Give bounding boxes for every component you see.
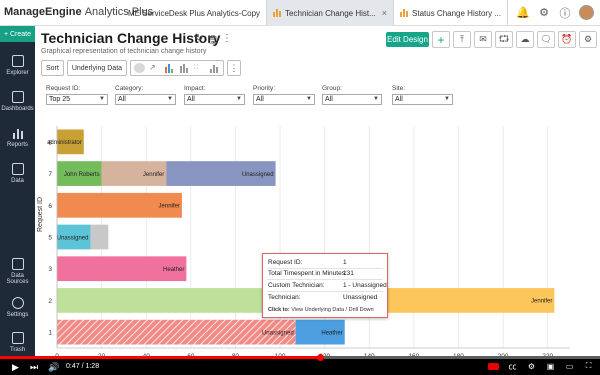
- settings-icon[interactable]: ⚙: [526, 361, 537, 371]
- y-tick-label: 8: [48, 139, 52, 146]
- playback-time: 0:47 / 1:28: [66, 363, 100, 370]
- bar-label: Jennifer: [143, 172, 164, 178]
- next-icon[interactable]: ⏭: [30, 362, 38, 373]
- live-icon[interactable]: [488, 362, 499, 370]
- tooltip-divider: [267, 279, 383, 280]
- y-tick-label: 7: [48, 171, 52, 178]
- progress-handle[interactable]: [317, 354, 325, 361]
- tooltip-label: Total Timespent in Minutes:: [268, 270, 347, 277]
- miniplayer-icon[interactable]: ▣: [545, 361, 556, 371]
- captions-icon[interactable]: ㏄: [507, 361, 518, 371]
- progress-track[interactable]: [0, 354, 600, 361]
- tooltip-footer[interactable]: Click to: View Underlying Data / Drill D…: [268, 307, 374, 313]
- tooltip-value: 131: [343, 270, 354, 277]
- stacked-bar-chart: administrator John Roberts Jennifer Unassig…: [47, 126, 570, 374]
- bar-segment: [90, 224, 109, 250]
- y-axis-title: Request ID: [37, 196, 44, 232]
- bar-label: John Roberts: [64, 172, 100, 178]
- tooltip-divider: [267, 291, 383, 292]
- tooltip-footer-bold: Click to:: [268, 307, 290, 313]
- tooltip-value: 1: [343, 259, 347, 266]
- bar-label: Unassigned: [57, 235, 89, 241]
- play-icon[interactable]: ▶: [12, 362, 19, 373]
- y-tick-label: 2: [48, 298, 52, 305]
- bar-label: administrator: [47, 140, 82, 146]
- y-tick-label: 6: [48, 203, 52, 210]
- bar-label: Unassigned: [242, 172, 274, 178]
- player-right-controls: ㏄ ⚙ ▣ ▭ ⛶: [488, 361, 594, 371]
- chart-tooltip: Request ID: 1 Total Timespent in Minutes…: [262, 253, 388, 318]
- bar-label: Jennifer: [159, 204, 180, 210]
- tooltip-label: Request ID:: [268, 259, 303, 266]
- tooltip-divider: [267, 268, 383, 269]
- bar-label: Unassigned: [262, 330, 294, 336]
- bar-label: Jennifer: [531, 299, 552, 305]
- bar-label: Heather: [321, 330, 342, 336]
- tooltip-footer-text: View Underlying Data / Drill Down: [289, 307, 374, 313]
- y-tick-label: 1: [48, 330, 52, 337]
- tooltip-value: Unassigned: [343, 294, 378, 301]
- bar-segment: [57, 319, 296, 345]
- y-tick-label: 5: [48, 235, 52, 242]
- volume-icon[interactable]: 🔊: [48, 362, 59, 373]
- progress-fill: [0, 356, 321, 359]
- fullscreen-icon[interactable]: ⛶: [583, 361, 594, 371]
- video-player-controls: ▶ ⏭ 🔊 0:47 / 1:28 ㏄ ⚙ ▣ ▭ ⛶: [0, 354, 600, 375]
- theater-icon[interactable]: ▭: [564, 361, 575, 371]
- tooltip-label: Technician:: [268, 294, 301, 301]
- tooltip-value: 1 - Unassigned: [343, 282, 387, 289]
- tooltip-label: Custom Technician:: [268, 282, 325, 289]
- y-tick-label: 3: [48, 266, 52, 273]
- bar-label: Heather: [163, 267, 184, 273]
